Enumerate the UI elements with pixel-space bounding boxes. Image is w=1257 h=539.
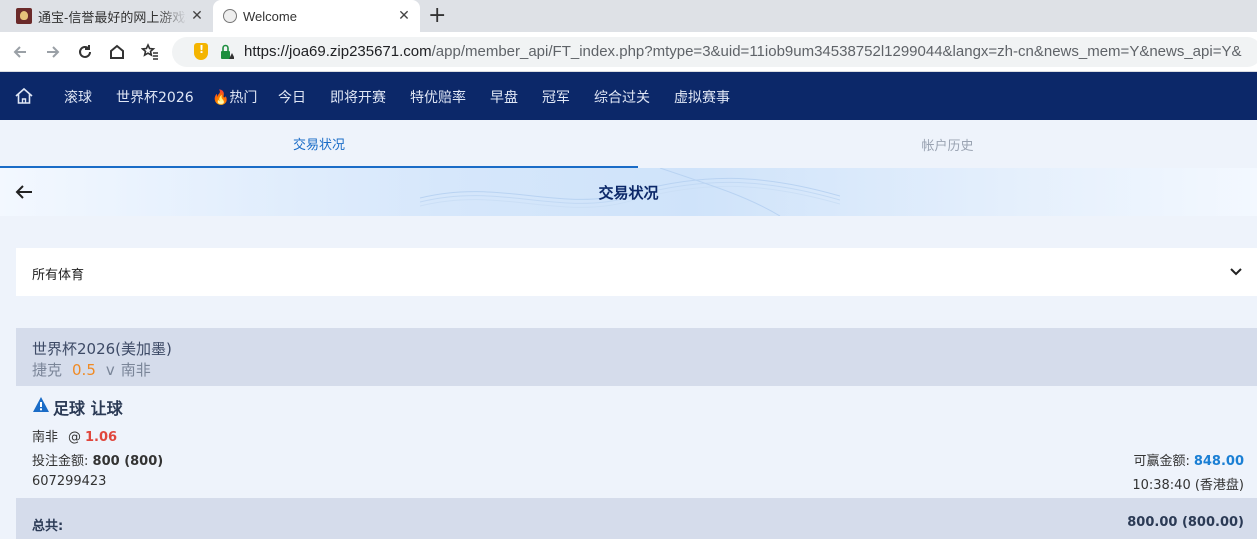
insecure-lock-icon[interactable] xyxy=(220,44,234,60)
odds-value: 1.06 xyxy=(85,430,118,445)
account-tabs: 交易状况 帐户历史 xyxy=(0,120,1257,168)
bet-card-header: 世界杯2026(美加墨) 捷克 0.5 v 南非 xyxy=(16,328,1257,386)
potential-win: 可赢金额: 848.00 xyxy=(1133,450,1244,469)
nav-item-starting-soon[interactable]: 即将开赛 xyxy=(330,87,386,107)
home-icon xyxy=(110,44,124,59)
address-bar[interactable]: https://joa69.zip235671.com/app/member_a… xyxy=(172,37,1257,67)
win-value: 848.00 xyxy=(1193,454,1244,469)
nav-item-outright[interactable]: 冠军 xyxy=(542,87,570,107)
at-symbol: @ xyxy=(68,430,82,445)
star-list-icon xyxy=(141,43,158,60)
stake-amount: 投注金额: 800 (800) xyxy=(32,450,163,469)
sport-filter-select[interactable]: 所有体育 xyxy=(16,248,1257,296)
browser-tab-tongbao[interactable]: 通宝-信誉最好的网上游戏平 ✕ xyxy=(8,0,213,32)
bet-type: 足球 让球 xyxy=(53,399,123,418)
nav-item-live[interactable]: 滚球 xyxy=(64,87,92,107)
browser-tab-strip: 通宝-信誉最好的网上游戏平 ✕ Welcome ✕ + xyxy=(0,0,1257,32)
page-title: 交易状况 xyxy=(598,184,659,202)
total-value: 800.00 (800.00) xyxy=(1127,515,1244,530)
selection-team: 南非 xyxy=(32,430,59,445)
tab-account-history[interactable]: 帐户历史 xyxy=(638,120,1257,168)
bookmarks-button[interactable] xyxy=(138,40,162,64)
page-header-banner: 交易状况 xyxy=(0,168,1257,216)
tab-title: 通宝-信誉最好的网上游戏平 xyxy=(38,9,187,25)
globe-icon xyxy=(223,9,237,23)
ticket-number: 607299423 xyxy=(32,474,107,489)
tab-title: Welcome xyxy=(243,8,297,24)
url-path: /app/member_api/FT_index.php?mtype=3&uid… xyxy=(431,43,1242,60)
bet-selection: 南非 @1.06 xyxy=(32,426,117,445)
nav-item-today[interactable]: 今日 xyxy=(278,87,306,107)
close-tab-icon[interactable]: ✕ xyxy=(187,8,207,24)
chevron-down-icon xyxy=(1230,268,1242,276)
nav-item-early[interactable]: 早盘 xyxy=(490,87,518,107)
close-tab-icon[interactable]: ✕ xyxy=(394,8,414,24)
versus-label: v xyxy=(105,361,115,379)
match-teams: 捷克 0.5 v 南非 xyxy=(32,359,151,380)
back-arrow-icon xyxy=(13,46,26,58)
nav-item-virtual[interactable]: 虚拟赛事 xyxy=(674,87,730,107)
bet-card-body: 足球 让球 南非 @1.06 投注金额: 800 (800) 607299423 … xyxy=(16,386,1257,498)
url-host: https://joa69.zip235671.com xyxy=(244,43,432,60)
away-team: 南非 xyxy=(120,361,151,379)
total-row: 总共: 800.00 (800.00) xyxy=(16,498,1257,539)
league-name: 世界杯2026(美加墨) xyxy=(32,340,172,358)
nav-item-special-odds[interactable]: 特优赔率 xyxy=(410,87,466,107)
nav-item-hot[interactable]: 🔥热门 xyxy=(212,87,257,107)
reload-icon xyxy=(79,45,91,58)
tab-transaction-status[interactable]: 交易状况 xyxy=(0,120,638,168)
home-team: 捷克 xyxy=(32,361,63,379)
browser-tab-welcome[interactable]: Welcome ✕ xyxy=(213,0,420,32)
handicap-value: 0.5 xyxy=(72,361,96,379)
sport-filter-value: 所有体育 xyxy=(32,268,85,283)
forward-button[interactable] xyxy=(41,40,65,64)
stake-label: 投注金额: xyxy=(32,454,89,469)
forward-arrow-icon xyxy=(47,46,60,58)
win-label: 可赢金额: xyxy=(1133,454,1190,469)
back-button[interactable] xyxy=(8,40,32,64)
browser-toolbar: https://joa69.zip235671.com/app/member_a… xyxy=(0,32,1257,72)
site-favicon-icon xyxy=(16,8,32,24)
stake-value: 800 (800) xyxy=(92,454,164,469)
nav-item-parlay[interactable]: 综合过关 xyxy=(594,87,650,107)
sports-nav-bar: 滚球 世界杯2026 🔥热门 今日 即将开赛 特优赔率 早盘 冠军 综合过关 虚… xyxy=(0,72,1257,120)
bet-time: 10:38:40 (香港盘) xyxy=(1132,478,1244,493)
home-button[interactable] xyxy=(105,40,129,64)
home-icon[interactable] xyxy=(14,86,34,106)
reload-button[interactable] xyxy=(73,40,97,64)
warning-icon xyxy=(33,397,49,412)
nav-item-worldcup[interactable]: 世界杯2026 xyxy=(116,87,194,107)
url-text: https://joa69.zip235671.com/app/member_a… xyxy=(244,43,1241,60)
shield-warning-icon xyxy=(194,43,208,60)
new-tab-button[interactable]: + xyxy=(428,4,446,28)
total-label: 总共: xyxy=(32,519,64,534)
